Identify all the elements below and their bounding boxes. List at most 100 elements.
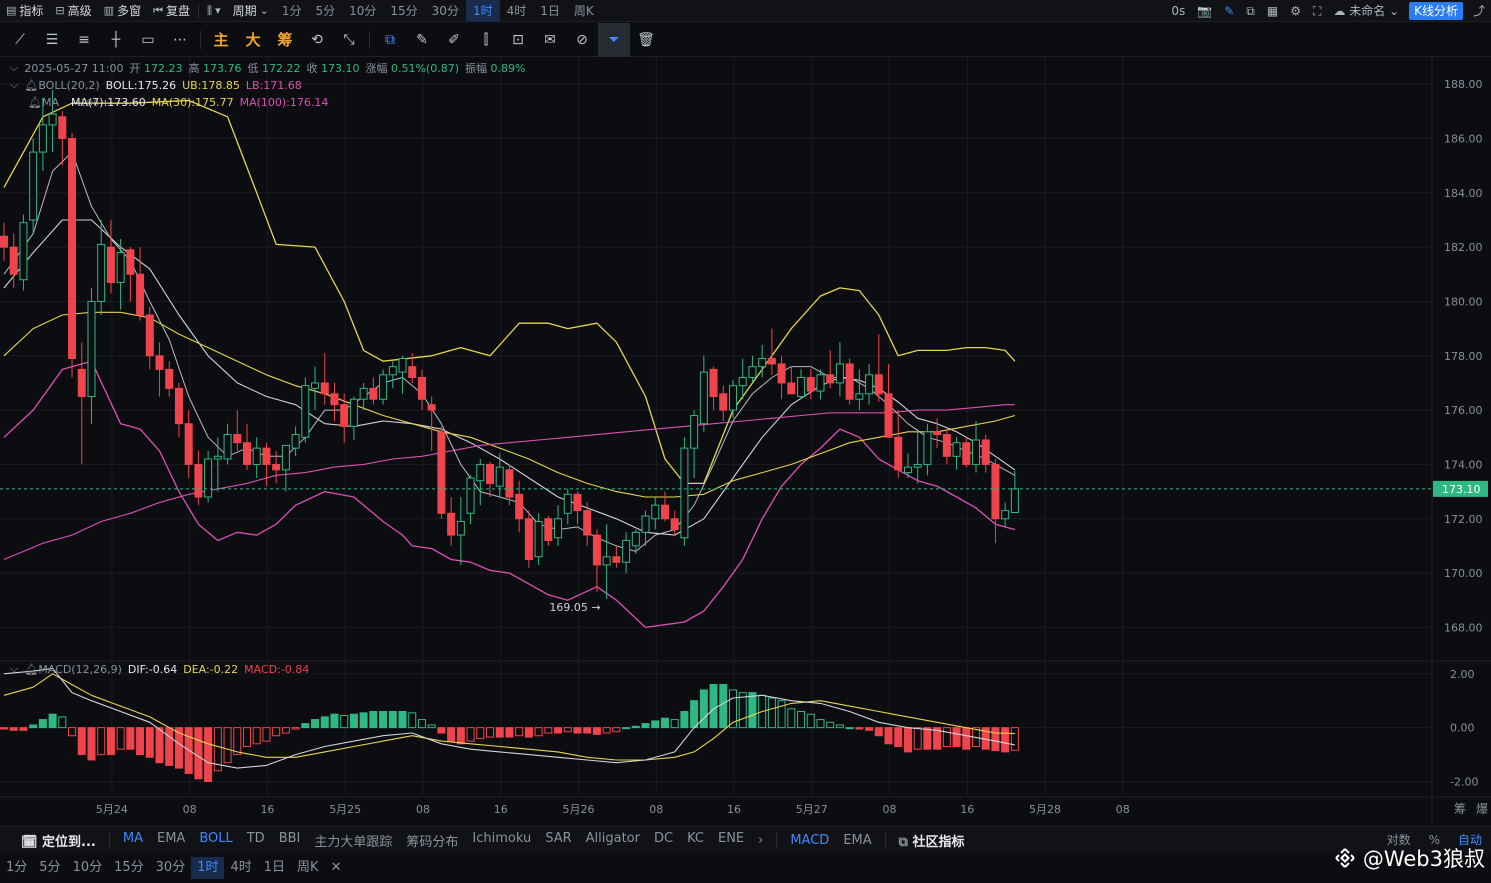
y-tick-label: 170.00 (1444, 567, 1483, 580)
sub-indicator-tab[interactable]: EMA (836, 833, 878, 848)
x-tick-label: 08 (183, 803, 197, 816)
bell-icon[interactable]: 🔔︎ (24, 663, 38, 676)
timeframe-tab[interactable]: 10分 (342, 0, 383, 22)
note-icon[interactable]: ✉ (534, 23, 566, 57)
candle-body (641, 515, 650, 533)
collapse-icon[interactable]: ⌵ (10, 61, 18, 75)
topbar-advanced-button[interactable]: ⊟ 高级 (49, 0, 97, 22)
amplitude-value: 0.89% (490, 62, 526, 75)
eraser-icon[interactable]: ⊘ (566, 23, 598, 57)
chevron-right-icon[interactable]: › (751, 833, 770, 848)
rectangle-icon[interactable]: ▭ (132, 23, 164, 57)
bell-icon[interactable]: 🔔︎ (28, 96, 42, 109)
macd-bar (233, 727, 242, 756)
timeframe-tab[interactable]: 5分 (308, 0, 342, 22)
candle-icon[interactable]: ⫿ (470, 23, 502, 57)
bottom-timeframe-tab[interactable]: 15分 (108, 857, 150, 879)
candle-body (486, 463, 494, 484)
parallel-lines-icon[interactable]: ≡ (68, 23, 100, 57)
candle-body (952, 442, 961, 457)
chart-type-button[interactable]: ⫼ ▾ (201, 0, 227, 22)
macd-bar (262, 727, 271, 742)
macd-bar (573, 727, 582, 734)
bell-icon[interactable]: 🔔︎ (24, 79, 38, 92)
fullscreen-icon[interactable]: ⛶ (1307, 0, 1327, 22)
lock-icon[interactable]: ⊡ (502, 23, 534, 57)
y-tick-label: 186.00 (1444, 132, 1483, 145)
candle-body (320, 382, 329, 395)
timeframe-tab[interactable]: 1时 (465, 0, 500, 22)
main-indicator-tab[interactable]: ENE (711, 831, 751, 850)
layout-name-button[interactable]: ☁ 未命名 ⌄ (1327, 0, 1405, 22)
camera-icon[interactable]: 📷 (1191, 0, 1218, 22)
candle-body (962, 442, 971, 465)
timeframe-tab[interactable]: 1分 (275, 0, 309, 22)
main-force-button[interactable]: 主 (205, 23, 237, 57)
bottom-timeframe-tab[interactable]: 周K (291, 857, 325, 879)
window-icon[interactable]: ⧉ (1240, 0, 1261, 22)
main-indicator-tab[interactable]: SAR (538, 831, 578, 850)
main-indicator-tab[interactable]: BBI (272, 831, 308, 850)
collapse-icon[interactable]: ⌵ (10, 662, 18, 676)
main-indicator-tab[interactable]: Ichimoku (465, 831, 538, 850)
big-order-button[interactable]: 大 (237, 23, 269, 57)
kline-analysis-button[interactable]: K线分析 (1409, 2, 1463, 20)
topbar-indicator-button[interactable]: ▤ 指标 (0, 0, 49, 22)
candle-body (797, 377, 806, 398)
candle-body (165, 368, 174, 389)
topbar-replay-button[interactable]: ⏮ 复盘 (147, 0, 196, 22)
bottom-timeframe-tab[interactable]: 4时 (224, 857, 257, 879)
highlighter-icon[interactable]: ✐ (438, 23, 470, 57)
horizontal-lines-icon[interactable]: ☰ (36, 23, 68, 57)
community-indicators-button[interactable]: ⧉ 社区指标 (892, 831, 972, 850)
x-tick-label: 16 (727, 803, 741, 816)
timeframe-tab[interactable]: 周K (567, 0, 601, 22)
bottom-timeframe-tab[interactable]: 5分 (33, 857, 66, 879)
macd-bar (913, 727, 922, 750)
multi-window-icon: ▥ (103, 4, 115, 17)
trash-icon[interactable]: 🗑 (630, 23, 662, 57)
chart-area[interactable]: 188.00 186.00 184.00 182.00 180.00 178.00 176.… (0, 57, 1491, 826)
collapse-icon[interactable]: ⌵ (10, 78, 18, 92)
bottom-timeframe-tab[interactable]: 1分 (0, 857, 33, 879)
bottom-timeframe-tab[interactable]: 10分 (67, 857, 109, 879)
main-indicator-tab[interactable]: MA (116, 831, 150, 850)
measure-icon[interactable]: ⤡ (333, 23, 365, 57)
chip-button[interactable]: 筹 (269, 23, 301, 57)
cross-line-icon[interactable]: ┼ (100, 23, 132, 57)
period-button[interactable]: 周期 ⌄ (227, 0, 275, 22)
pen-icon[interactable]: ✎ (406, 23, 438, 57)
close-icon[interactable]: ✕ (325, 857, 348, 879)
bottom-timeframe-tab[interactable]: 1时 (191, 857, 225, 879)
main-indicator-tab[interactable]: 主力大单跟踪 (307, 831, 399, 850)
external-icon: ⧉ (898, 834, 908, 850)
trend-line-icon[interactable]: ⟋ (4, 23, 36, 57)
main-indicator-tab[interactable]: BOLL (192, 831, 239, 850)
macd-bar (1010, 727, 1019, 751)
timeframe-tab[interactable]: 15分 (383, 0, 424, 22)
sub-indicator-tab[interactable]: MACD (783, 833, 836, 848)
bottom-timeframe-tab[interactable]: 1日 (258, 857, 291, 879)
more-dots-icon[interactable]: ⋯ (164, 23, 196, 57)
timeframe-tab[interactable]: 4时 (500, 0, 534, 22)
bottom-timeframe-tab[interactable]: 30分 (150, 857, 192, 879)
timeframe-tab[interactable]: 1日 (533, 0, 567, 22)
main-indicator-tab[interactable]: DC (647, 831, 680, 850)
template-icon[interactable]: ▦ (1261, 0, 1284, 22)
magnet-icon[interactable]: ⧉ (374, 23, 406, 57)
candle-body (845, 363, 854, 400)
macd-bar (583, 727, 592, 734)
main-indicator-tab[interactable]: Alligator (579, 831, 647, 850)
timeframe-tab[interactable]: 30分 (425, 0, 466, 22)
share-icon[interactable]: ⤴ (1467, 0, 1491, 22)
main-indicator-tab[interactable]: TD (240, 831, 272, 850)
topbar-multi-window-button[interactable]: ▥ 多窗 (98, 0, 147, 22)
main-indicator-tab[interactable]: EMA (150, 831, 192, 850)
main-indicator-tab[interactable]: 筹码分布 (399, 831, 465, 850)
pen-icon[interactable]: ✎ (1218, 0, 1240, 22)
gear-icon[interactable]: ⚙ (1284, 0, 1307, 22)
filter-icon[interactable]: ⏷ (598, 22, 630, 57)
brush-icon[interactable]: ⟲ (301, 23, 333, 57)
locate-button[interactable]: 🗓︎ 定位到... (14, 831, 103, 850)
main-indicator-tab[interactable]: KC (680, 831, 711, 850)
